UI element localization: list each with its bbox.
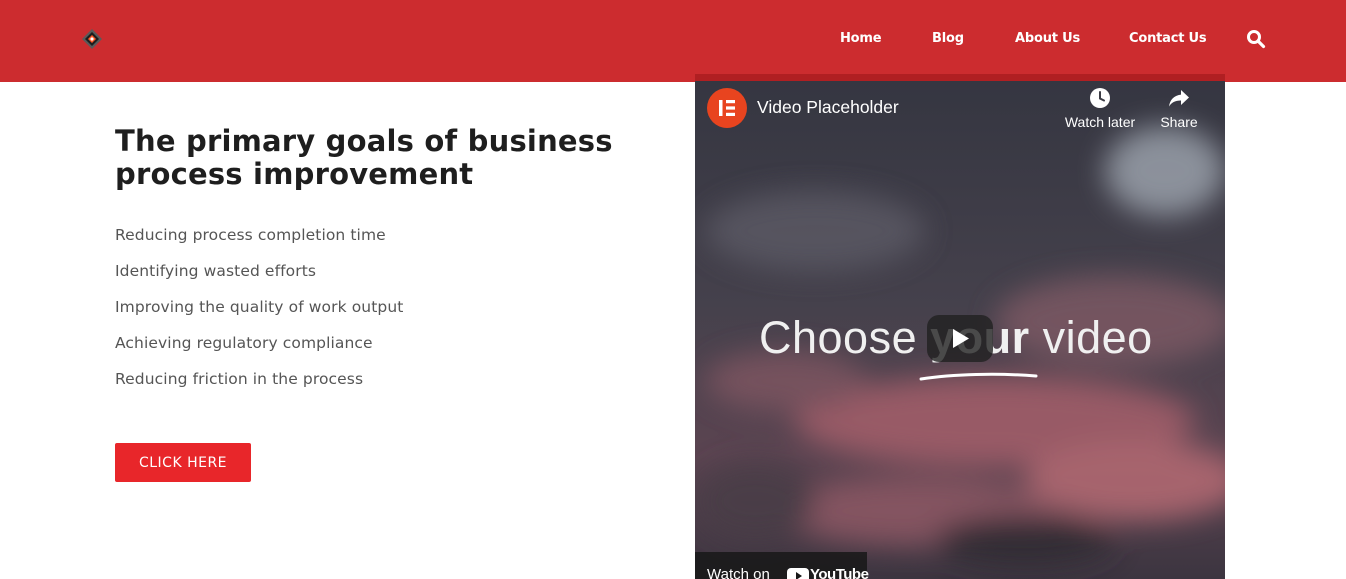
watch-on-youtube-button[interactable]: Watch on YouTube (695, 552, 869, 579)
share-button[interactable]: Share (1134, 86, 1224, 130)
video-embed[interactable]: Video Placeholder Watch later Share Choo… (695, 74, 1225, 579)
logo-icon[interactable] (80, 28, 104, 50)
youtube-logo-icon (787, 568, 809, 579)
play-button[interactable] (927, 315, 993, 362)
goal-list-item: Improving the quality of work output (115, 298, 404, 316)
share-label: Share (1160, 114, 1198, 130)
brush-underline (919, 372, 1038, 381)
elementor-logo-icon (719, 100, 735, 116)
share-arrow-icon (1169, 90, 1189, 107)
goal-list-item: Identifying wasted efforts (115, 262, 317, 280)
goal-list-item: Reducing friction in the process (115, 370, 364, 388)
site-header: Home Blog About Us Contact Us (0, 0, 1346, 82)
page-title: The primary goals of business process im… (115, 124, 613, 191)
goal-list-item: Reducing process completion time (115, 226, 386, 244)
goal-list-item: Achieving regulatory compliance (115, 334, 373, 352)
video-title[interactable]: Video Placeholder (757, 97, 899, 118)
youtube-wordmark: YouTube (810, 566, 869, 579)
play-icon (953, 329, 969, 348)
search-icon[interactable] (1246, 29, 1266, 49)
nav-contact-link[interactable]: Contact Us (1129, 31, 1207, 46)
video-top-border (695, 74, 1225, 81)
nav-blog-link[interactable]: Blog (932, 31, 964, 46)
watch-later-label: Watch later (1064, 114, 1136, 130)
clock-icon (1090, 88, 1110, 108)
nav-about-link[interactable]: About Us (1015, 31, 1080, 46)
channel-avatar[interactable] (707, 88, 747, 128)
watch-later-button[interactable]: Watch later (1055, 86, 1145, 130)
watch-on-label: Watch on (707, 566, 770, 579)
click-here-button[interactable]: CLICK HERE (115, 443, 251, 482)
nav-home-link[interactable]: Home (840, 31, 882, 46)
